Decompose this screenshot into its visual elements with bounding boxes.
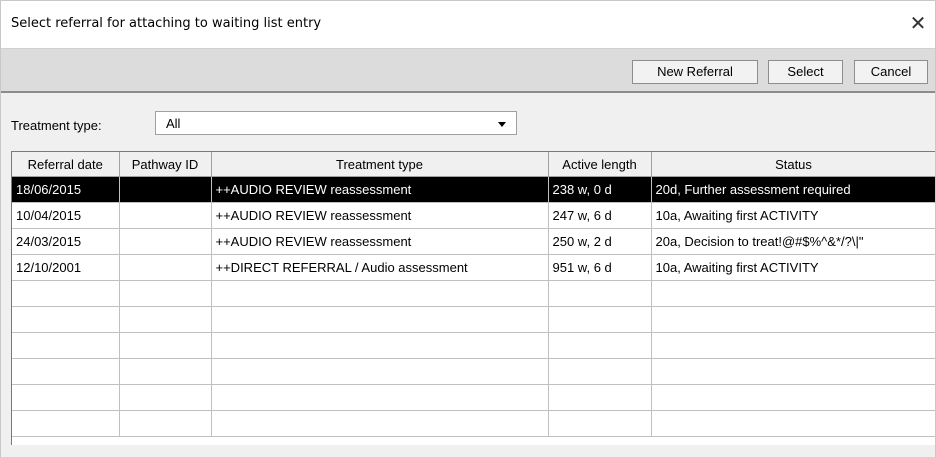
empty-table-row — [12, 384, 935, 411]
empty-cell — [548, 358, 652, 385]
empty-cell — [211, 306, 549, 333]
treatment-type-cell: ++AUDIO REVIEW reassessment — [211, 228, 549, 255]
empty-cell — [548, 384, 652, 411]
empty-cell — [12, 280, 120, 307]
active-length-cell: 247 w, 6 d — [548, 202, 652, 229]
empty-cell — [548, 306, 652, 333]
active-length-cell: 238 w, 0 d — [548, 176, 652, 203]
empty-cell — [12, 384, 120, 411]
empty-cell — [211, 410, 549, 437]
treatment-type-value: All — [166, 116, 181, 131]
table-row[interactable]: 10/04/2015 ++AUDIO REVIEW reassessment 2… — [12, 202, 935, 229]
empty-table-row — [12, 280, 935, 307]
window-title: Select referral for attaching to waiting… — [11, 16, 322, 31]
empty-cell — [651, 384, 935, 411]
empty-cell — [211, 358, 549, 385]
empty-cell — [119, 280, 212, 307]
empty-cell — [119, 384, 212, 411]
active-length-cell: 250 w, 2 d — [548, 228, 652, 255]
empty-cell — [12, 332, 120, 359]
empty-table-row — [12, 332, 935, 359]
status-cell: 20d, Further assessment required — [651, 176, 935, 203]
empty-cell — [548, 410, 652, 437]
empty-table-row — [12, 306, 935, 333]
empty-cell — [12, 410, 120, 437]
referral-date-cell: 18/06/2015 — [12, 176, 120, 203]
table-row[interactable]: 24/03/2015 ++AUDIO REVIEW reassessment 2… — [12, 228, 935, 255]
column-header-treatment-type[interactable]: Treatment type — [211, 152, 549, 177]
table-row[interactable]: 12/10/2001 ++DIRECT REFERRAL / Audio ass… — [12, 254, 935, 281]
column-header-active-length[interactable]: Active length — [548, 152, 652, 177]
empty-table-row — [12, 410, 935, 437]
empty-cell — [548, 280, 652, 307]
pathway-id-cell — [119, 228, 212, 255]
dialog-footer — [1, 445, 935, 457]
referral-date-cell: 24/03/2015 — [12, 228, 120, 255]
treatment-type-cell: ++AUDIO REVIEW reassessment — [211, 176, 549, 203]
status-cell: 10a, Awaiting first ACTIVITY — [651, 202, 935, 229]
dialog-window: Select referral for attaching to waiting… — [0, 0, 936, 457]
select-button[interactable]: Select — [768, 60, 843, 84]
empty-cell — [651, 280, 935, 307]
status-cell: 10a, Awaiting first ACTIVITY — [651, 254, 935, 281]
referral-date-cell: 10/04/2015 — [12, 202, 120, 229]
referral-date-cell: 12/10/2001 — [12, 254, 120, 281]
chevron-down-icon[interactable] — [498, 122, 506, 127]
empty-cell — [651, 410, 935, 437]
empty-cell — [211, 280, 549, 307]
empty-cell — [119, 358, 212, 385]
column-header-pathway-id[interactable]: Pathway ID — [119, 152, 212, 177]
treatment-type-cell: ++AUDIO REVIEW reassessment — [211, 202, 549, 229]
empty-cell — [119, 306, 212, 333]
column-header-referral-date[interactable]: Referral date — [12, 152, 120, 177]
pathway-id-cell — [119, 176, 212, 203]
treatment-type-label: Treatment type: — [11, 118, 102, 133]
status-cell: 20a, Decision to treat!@#$%^&*/?\|" — [651, 228, 935, 255]
empty-table-row — [12, 358, 935, 385]
table-row[interactable]: 18/06/2015 ++AUDIO REVIEW reassessment 2… — [12, 176, 935, 203]
referral-table: Referral date Pathway ID Treatment type … — [11, 151, 935, 445]
empty-cell — [548, 332, 652, 359]
pathway-id-cell — [119, 254, 212, 281]
empty-cell — [211, 384, 549, 411]
close-icon[interactable]: ✕ — [907, 12, 929, 34]
empty-cell — [119, 332, 212, 359]
empty-cell — [12, 358, 120, 385]
empty-cell — [651, 332, 935, 359]
active-length-cell: 951 w, 6 d — [548, 254, 652, 281]
new-referral-button[interactable]: New Referral — [632, 60, 758, 84]
pathway-id-cell — [119, 202, 212, 229]
toolbar: New Referral Select Cancel — [1, 49, 935, 93]
empty-cell — [651, 358, 935, 385]
empty-cell — [119, 410, 212, 437]
table-header-row: Referral date Pathway ID Treatment type … — [12, 152, 935, 177]
column-header-status[interactable]: Status — [651, 152, 935, 177]
empty-cell — [211, 332, 549, 359]
title-bar: Select referral for attaching to waiting… — [1, 1, 935, 49]
cancel-button[interactable]: Cancel — [854, 60, 928, 84]
empty-cell — [651, 306, 935, 333]
treatment-type-dropdown[interactable]: All — [155, 111, 517, 135]
empty-cell — [12, 306, 120, 333]
treatment-type-cell: ++DIRECT REFERRAL / Audio assessment — [211, 254, 549, 281]
